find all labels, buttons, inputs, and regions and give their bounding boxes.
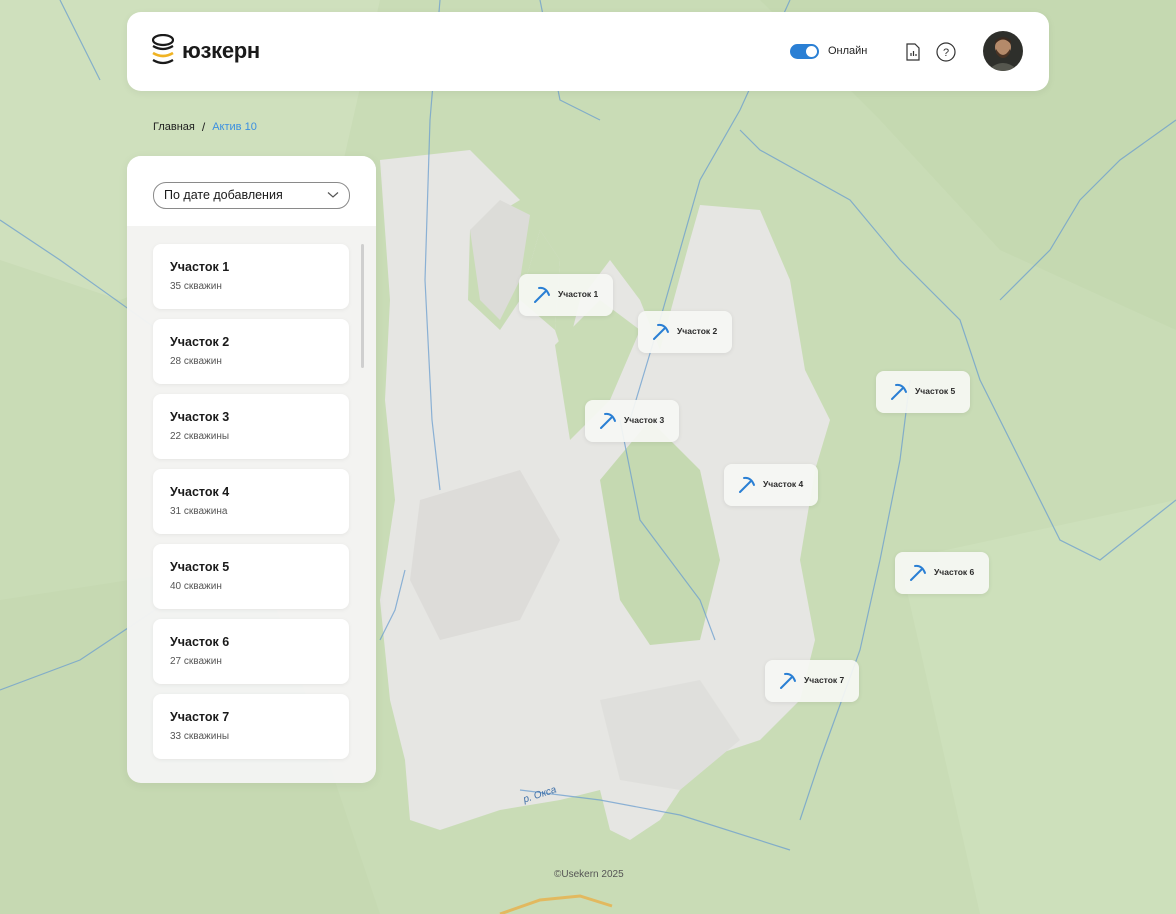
list-item-subtitle: 35 скважин: [170, 281, 222, 292]
list-item[interactable]: Участок 6 27 скважин: [153, 619, 349, 684]
plots-sidebar: По дате добавления Участок 1 35 скважин …: [127, 156, 376, 783]
list-item[interactable]: Участок 1 35 скважин: [153, 244, 349, 309]
svg-text:?: ?: [943, 47, 949, 59]
list-item[interactable]: Участок 3 22 скважины: [153, 394, 349, 459]
map-marker-label: Участок 7: [804, 675, 845, 685]
map-marker-label: Участок 3: [624, 415, 665, 425]
sort-select[interactable]: По дате добавления: [153, 182, 350, 209]
list-item-title: Участок 5: [170, 560, 230, 574]
map-marker-plot-3[interactable]: Участок 3: [585, 400, 679, 442]
list-item-subtitle: 28 скважин: [170, 356, 222, 367]
list-item-subtitle: 33 скважины: [170, 731, 230, 742]
list-item[interactable]: Участок 4 31 скважина: [153, 469, 349, 534]
online-toggle[interactable]: [790, 44, 819, 59]
map-marker-plot-4[interactable]: Участок 4: [724, 464, 818, 506]
pickaxe-icon: [891, 383, 907, 400]
list-item-title: Участок 1: [170, 260, 230, 274]
sidebar-scrollbar[interactable]: [361, 244, 364, 368]
chevron-down-icon: [327, 192, 339, 198]
stacked-layers-logo-icon: [152, 34, 174, 65]
help-icon[interactable]: ?: [935, 41, 957, 63]
list-item[interactable]: Участок 2 28 скважин: [153, 319, 349, 384]
pickaxe-icon: [600, 412, 616, 429]
sort-select-value: По дате добавления: [164, 188, 283, 202]
list-item-title: Участок 4: [170, 485, 230, 499]
map-marker-label: Участок 4: [763, 479, 804, 489]
sidebar-header: По дате добавления: [127, 156, 376, 226]
map-marker-plot-5[interactable]: Участок 5: [876, 371, 970, 413]
pickaxe-icon: [780, 672, 796, 689]
map-marker-label: Участок 1: [558, 289, 599, 299]
logo-text: юзкерн: [182, 38, 260, 63]
online-label: Онлайн: [828, 45, 868, 57]
pickaxe-icon: [534, 286, 550, 303]
map-marker-plot-2[interactable]: Участок 2: [638, 311, 732, 353]
logo[interactable]: юзкерн: [152, 34, 260, 68]
map-marker-plot-7[interactable]: Участок 7: [765, 660, 859, 702]
top-header: юзкерн Онлайн ?: [127, 12, 1049, 91]
list-item-subtitle: 31 скважина: [170, 506, 228, 517]
list-item-title: Участок 6: [170, 635, 230, 649]
list-item[interactable]: Участок 7 33 скважины: [153, 694, 349, 759]
breadcrumb-current[interactable]: Актив 10: [212, 121, 257, 133]
map-marker-label: Участок 6: [934, 567, 975, 577]
list-item[interactable]: Участок 5 40 скважин: [153, 544, 349, 609]
list-item-title: Участок 7: [170, 710, 230, 724]
breadcrumb-separator: /: [201, 120, 206, 134]
map-marker-label: Участок 2: [677, 326, 718, 336]
map-marker-plot-1[interactable]: Участок 1: [519, 274, 613, 316]
pickaxe-icon: [739, 476, 755, 493]
list-item-subtitle: 40 скважин: [170, 581, 222, 592]
breadcrumb-home[interactable]: Главная: [153, 121, 195, 133]
list-item-title: Участок 2: [170, 335, 230, 349]
breadcrumb: Главная / Актив 10: [153, 120, 257, 134]
list-item-subtitle: 22 скважины: [170, 431, 230, 442]
plots-list: Участок 1 35 скважин Участок 2 28 скважи…: [153, 244, 349, 769]
footer-copyright: ©Usekern 2025: [554, 869, 624, 880]
avatar[interactable]: [983, 31, 1023, 71]
pickaxe-icon: [910, 564, 926, 581]
toggle-knob: [806, 46, 817, 57]
list-item-title: Участок 3: [170, 410, 230, 424]
map-marker-plot-6[interactable]: Участок 6: [895, 552, 989, 594]
map-marker-label: Участок 5: [915, 386, 956, 396]
report-icon[interactable]: [903, 42, 923, 62]
list-item-subtitle: 27 скважин: [170, 656, 222, 667]
pickaxe-icon: [653, 323, 669, 340]
